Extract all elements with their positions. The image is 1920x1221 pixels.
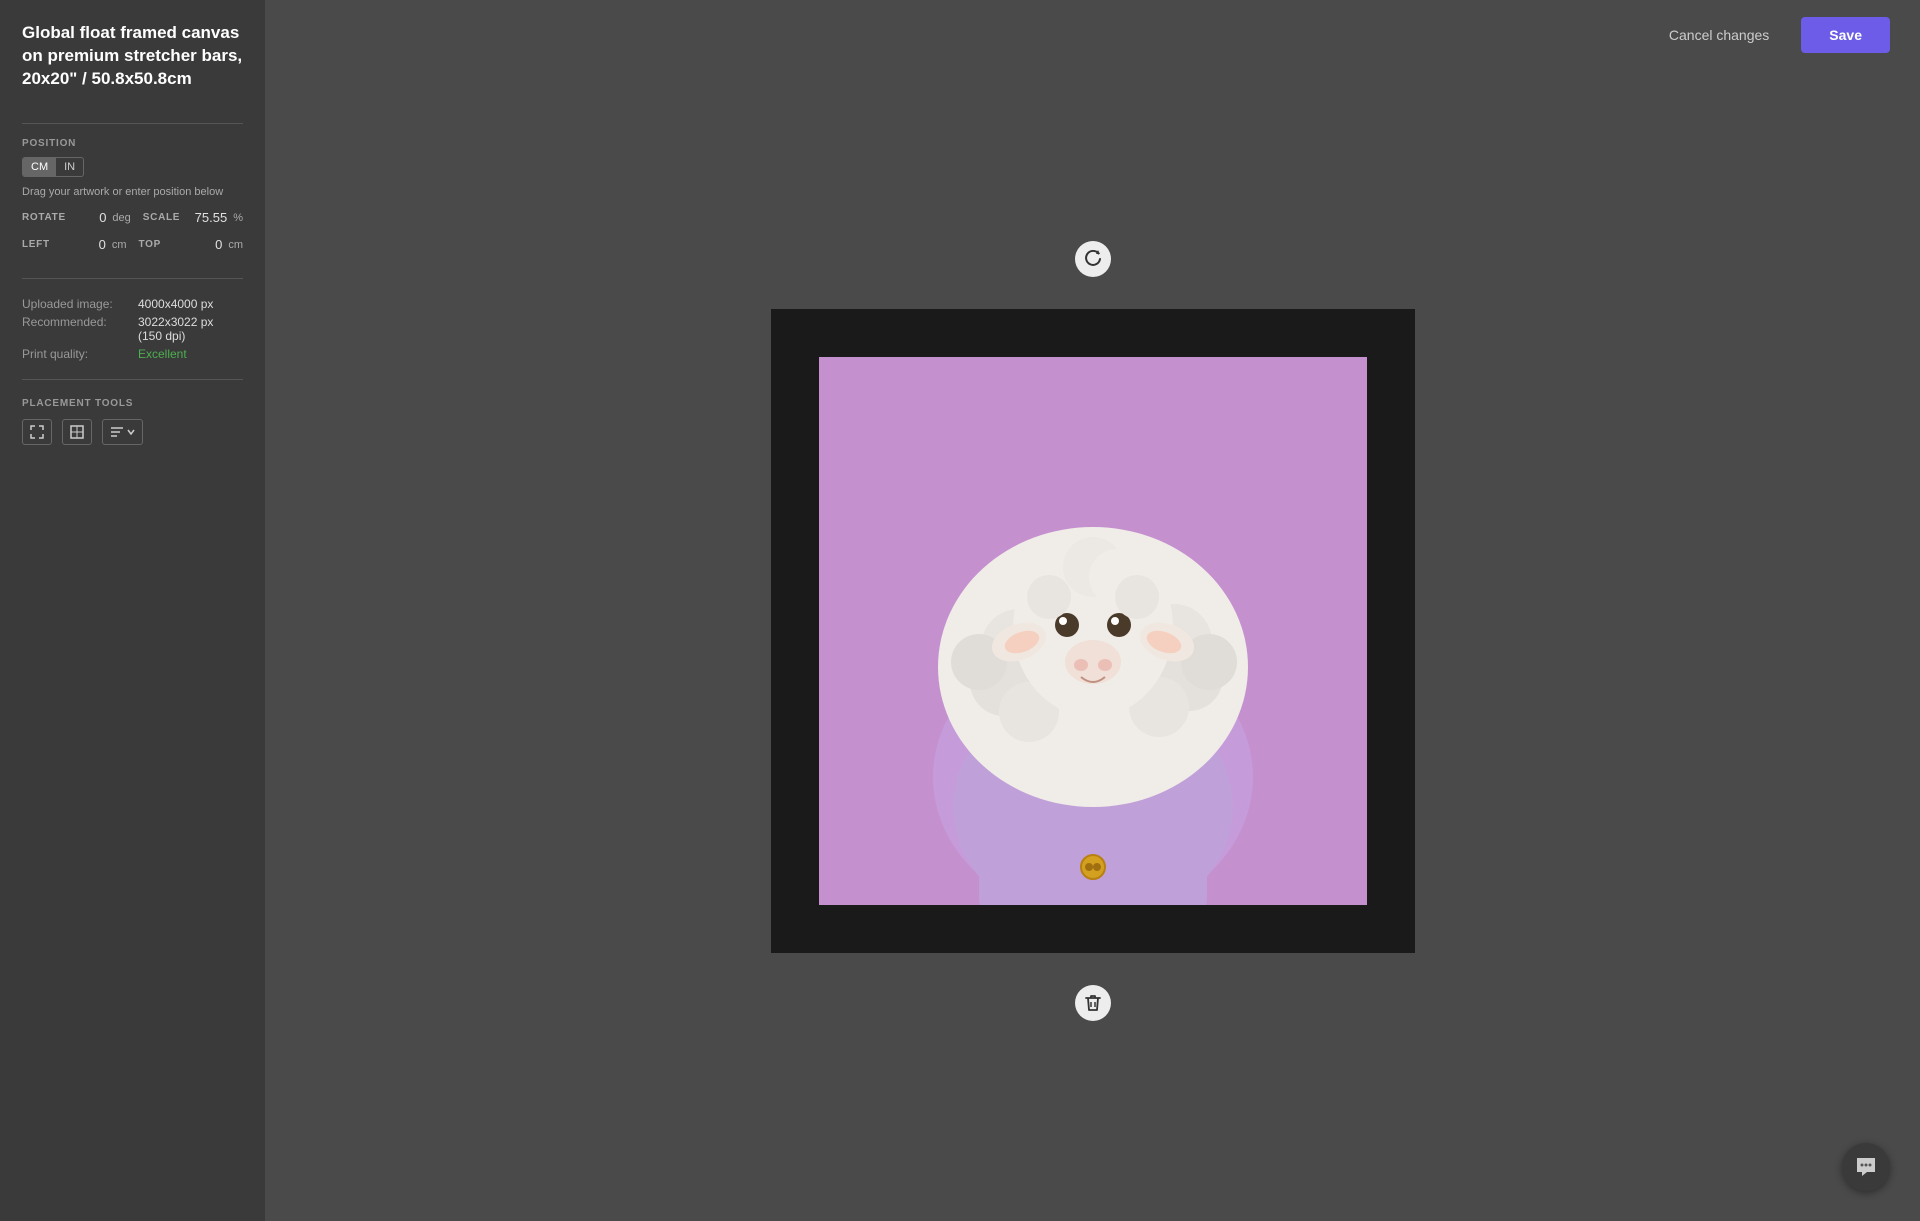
canvas-image[interactable]: [819, 357, 1367, 905]
divider-1: [22, 123, 243, 124]
main-content: Cancel changes Save: [265, 0, 1920, 1221]
tool-icons-row: [22, 419, 243, 445]
align-icon: [110, 425, 124, 439]
expand-icon: [30, 425, 44, 439]
scale-unit: %: [233, 212, 243, 224]
unit-cm-button[interactable]: CM: [23, 158, 56, 176]
placement-tools-label: PLACEMENT TOOLS: [22, 398, 243, 409]
chat-icon: [1855, 1156, 1877, 1178]
rotate-scale-row: ROTATE 0 deg SCALE 75.55 %: [22, 210, 243, 225]
uploaded-label: Uploaded image:: [22, 297, 132, 311]
rotate-icon: [1084, 250, 1102, 268]
chevron-down-icon: [127, 428, 135, 436]
rotate-control[interactable]: [1075, 241, 1111, 277]
corner-handle-tr[interactable]: [1347, 357, 1367, 377]
quality-value: Excellent: [138, 347, 187, 361]
trash-icon: [1085, 994, 1101, 1012]
recommended-dpi: (150 dpi): [138, 329, 185, 343]
image-info: Uploaded image: 4000x4000 px Recommended…: [22, 297, 243, 365]
top-label: TOP: [139, 239, 183, 250]
left-unit: cm: [112, 239, 127, 251]
scale-value: 75.55: [193, 210, 227, 225]
corner-handle-bl[interactable]: [819, 885, 839, 905]
corner-handle-br[interactable]: [1347, 885, 1367, 905]
center-icon: [70, 425, 84, 439]
left-top-row: LEFT 0 cm TOP 0 cm: [22, 237, 243, 252]
top-value: 0: [189, 237, 223, 252]
rotate-value: 0: [72, 210, 106, 225]
divider-3: [22, 379, 243, 380]
position-label: POSITION: [22, 138, 243, 149]
align-tool-button[interactable]: [102, 419, 143, 445]
left-value: 0: [72, 237, 106, 252]
save-button[interactable]: Save: [1801, 17, 1890, 53]
uploaded-image-row: Uploaded image: 4000x4000 px: [22, 297, 243, 311]
uploaded-value: 4000x4000 px: [138, 297, 213, 311]
canvas-frame: [771, 309, 1415, 953]
cancel-changes-button[interactable]: Cancel changes: [1653, 17, 1785, 53]
canvas-area: [265, 0, 1920, 1221]
unit-toggle[interactable]: CM IN: [22, 157, 84, 177]
sheep-svg: [819, 357, 1367, 905]
sheep-image: [819, 357, 1367, 905]
expand-tool-button[interactable]: [22, 419, 52, 445]
position-hint: Drag your artwork or enter position belo…: [22, 185, 243, 200]
left-label: LEFT: [22, 239, 66, 250]
rotate-label: ROTATE: [22, 212, 66, 223]
top-unit: cm: [228, 239, 243, 251]
sidebar: Global float framed canvas on premium st…: [0, 0, 265, 1221]
recommended-row: Recommended: 3022x3022 px (150 dpi): [22, 315, 243, 343]
chat-button[interactable]: [1842, 1143, 1890, 1191]
placement-tools: PLACEMENT TOOLS: [22, 398, 243, 445]
recommended-label: Recommended:: [22, 315, 132, 343]
recommended-px: 3022x3022 px: [138, 315, 213, 329]
divider-2: [22, 278, 243, 279]
unit-toggle-row: CM IN: [22, 157, 243, 177]
product-title: Global float framed canvas on premium st…: [22, 22, 243, 91]
quality-label: Print quality:: [22, 347, 132, 361]
corner-handle-tl[interactable]: [819, 357, 839, 377]
delete-control[interactable]: [1075, 985, 1111, 1021]
unit-in-button[interactable]: IN: [56, 158, 83, 176]
rotate-unit: deg: [112, 212, 130, 224]
top-bar: Cancel changes Save: [265, 0, 1920, 70]
canvas-outer: [771, 309, 1415, 953]
center-tool-button[interactable]: [62, 419, 92, 445]
scale-label: SCALE: [143, 212, 187, 223]
recommended-value: 3022x3022 px (150 dpi): [138, 315, 213, 343]
quality-row: Print quality: Excellent: [22, 347, 243, 361]
